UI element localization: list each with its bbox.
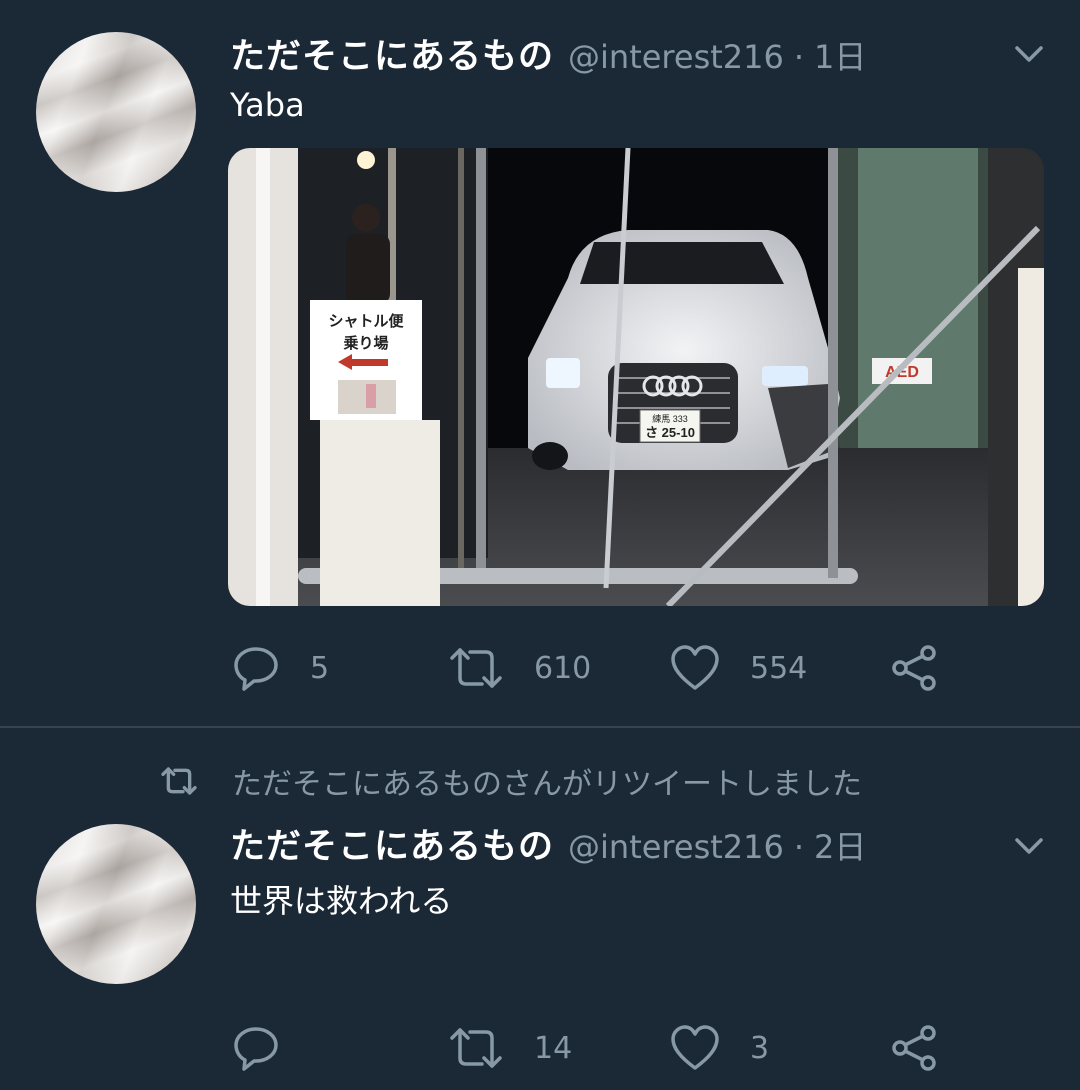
retweet-icon [450, 1028, 502, 1068]
display-name[interactable]: ただそこにあるもの [230, 818, 554, 869]
timestamp[interactable]: 1日 [814, 32, 866, 78]
retweet-count: 14 [534, 1030, 573, 1066]
share-icon [892, 1025, 936, 1071]
like-count: 554 [750, 650, 808, 686]
like-icon [671, 1025, 719, 1070]
plate-top: 練馬 333 [652, 413, 688, 424]
reply-button[interactable]: 5 [232, 638, 329, 698]
tweet-1[interactable]: ただそこにあるもの @interest216 · 1日 Yaba AED 練馬 … [0, 0, 1080, 726]
reply-icon [234, 647, 278, 691]
tweet-header: ただそこにあるもの @interest216 · 1日 [230, 28, 866, 79]
tweet-divider [0, 726, 1080, 728]
share-button[interactable] [890, 1018, 940, 1078]
reply-count: 5 [310, 650, 330, 686]
chevron-down-icon[interactable] [1014, 836, 1044, 856]
shuttle-sign-line2: 乗り場 [343, 334, 388, 352]
user-handle[interactable]: @interest216 [568, 828, 784, 866]
retweet-icon [450, 648, 502, 688]
retweet-button[interactable]: 14 [448, 1018, 572, 1078]
retweet-button[interactable]: 610 [448, 638, 591, 698]
tweet-actions: 14 3 [0, 1018, 1080, 1078]
like-icon [671, 645, 719, 690]
share-icon [892, 645, 936, 691]
crashed-car-photo: AED 練馬 333 さ 25-10 シャトル便 乗り場 [228, 148, 1044, 606]
plate-bottom: さ 25-10 [645, 425, 695, 440]
tweet-text: 世界は救われる [230, 882, 453, 920]
like-count: 3 [750, 1030, 770, 1066]
like-button[interactable]: 554 [670, 638, 807, 698]
tweet-header: ただそこにあるもの @interest216 · 2日 [230, 818, 866, 869]
separator-dot: · [793, 38, 805, 76]
tweet-text: Yaba [230, 86, 305, 124]
timestamp[interactable]: 2日 [814, 822, 866, 868]
chevron-down-icon[interactable] [1014, 44, 1044, 64]
retweet-count: 610 [534, 650, 592, 686]
tweet-2[interactable]: ただそこにあるもの @interest216 · 2日 世界は救われる 14 3 [0, 790, 1080, 1090]
reply-button[interactable] [232, 1018, 310, 1078]
display-name[interactable]: ただそこにあるもの [230, 28, 554, 79]
tweet-actions: 5 610 554 [0, 638, 1080, 698]
reply-icon [234, 1027, 278, 1071]
like-button[interactable]: 3 [670, 1018, 769, 1078]
avatar[interactable] [36, 824, 196, 984]
separator-dot: · [793, 828, 805, 866]
shuttle-sign-line1: シャトル便 [328, 312, 404, 330]
avatar[interactable] [36, 32, 196, 192]
share-button[interactable] [890, 638, 940, 698]
user-handle[interactable]: @interest216 [568, 38, 784, 76]
tweet-photo[interactable]: AED 練馬 333 さ 25-10 シャトル便 乗り場 [228, 148, 1044, 606]
